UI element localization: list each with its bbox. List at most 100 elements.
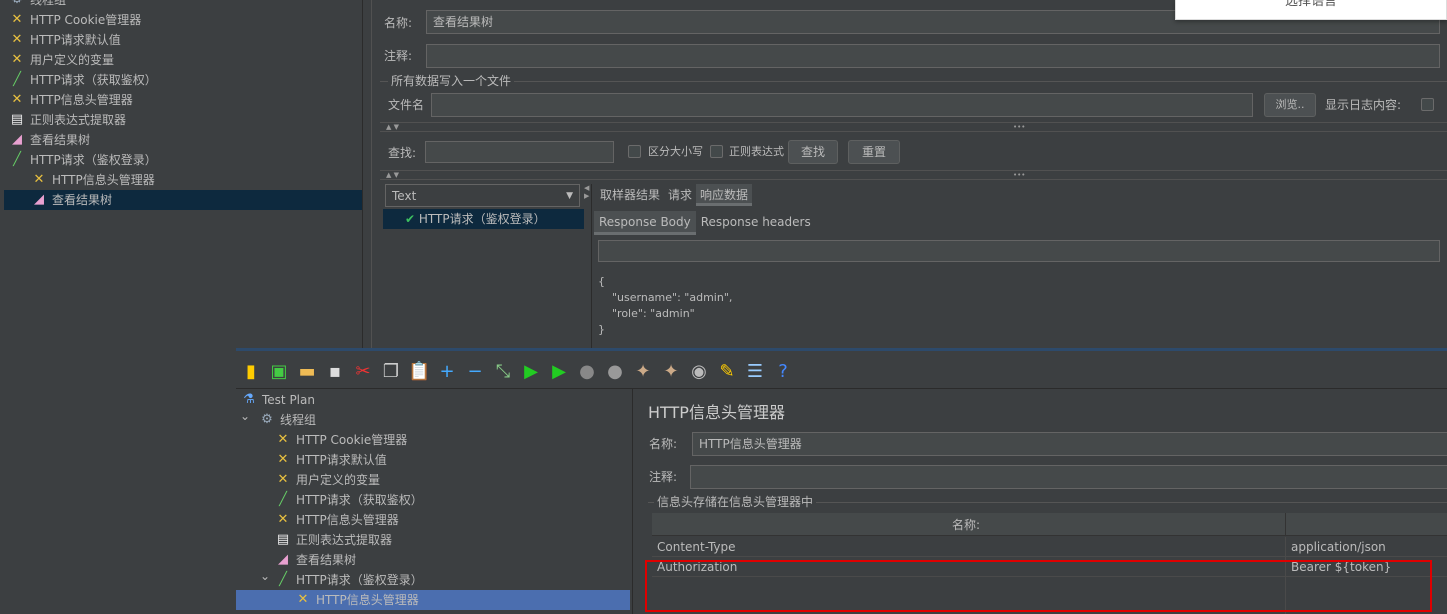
- split-bar-2[interactable]: ▲ ▼ •••: [380, 170, 1447, 180]
- tree-item-label: HTTP请求（鉴权登录）: [30, 153, 157, 167]
- name-input[interactable]: HTTP信息头管理器: [692, 432, 1447, 456]
- tree-item[interactable]: ✕ HTTP信息头管理器: [4, 90, 362, 110]
- case-checkbox[interactable]: [628, 145, 641, 158]
- tree-item[interactable]: ✕ HTTP信息头管理器: [236, 590, 630, 610]
- reset-button[interactable]: 重置: [848, 140, 900, 164]
- extractor-icon: ▤: [276, 532, 290, 547]
- tree-item[interactable]: ⚙ 线程组: [4, 0, 362, 10]
- chart-icon: ◢: [278, 552, 288, 567]
- tree-item-label: 查看结果树: [52, 193, 113, 207]
- help-icon[interactable]: ?: [772, 361, 794, 382]
- table-row[interactable]: Content-Type application/json: [652, 537, 1447, 557]
- name-label: 名称:: [384, 16, 413, 30]
- regex-label: 正则表达式: [729, 145, 784, 158]
- comment-input[interactable]: [426, 44, 1440, 68]
- tree-item[interactable]: ✕ 用户定义的变量: [236, 470, 630, 490]
- wrench-icon: ✕: [277, 452, 289, 467]
- wrench-icon: ✕: [297, 592, 309, 607]
- language-popup[interactable]: 选择语言: [1175, 0, 1447, 20]
- tree-item[interactable]: ✕ HTTP请求默认值: [4, 30, 362, 50]
- toggle-icon[interactable]: ⤡: [492, 361, 514, 382]
- pipette-icon: ╱: [279, 572, 287, 587]
- tab-0[interactable]: 取样器结果: [596, 184, 664, 206]
- find-input[interactable]: [425, 141, 614, 163]
- tree-item[interactable]: ✕ HTTP信息头管理器: [236, 510, 630, 530]
- back-tree-panel: ⚙ 线程组 ✕ HTTP Cookie管理器 ✕ HTTP请求默认值 ✕ 用户定义的变量 ╱ HT…: [4, 0, 362, 350]
- tree-item[interactable]: ╱ HTTP请求（获取鉴权）: [236, 490, 630, 510]
- tree-item-label: HTTP信息头管理器: [30, 93, 133, 107]
- search-icon[interactable]: ◉: [688, 361, 710, 382]
- paste-icon[interactable]: 📋: [408, 361, 430, 382]
- front-divider[interactable]: [632, 389, 638, 614]
- chart-icon: ◢: [34, 192, 44, 207]
- start-no-pause-icon[interactable]: ▶: [548, 361, 570, 382]
- save-icon[interactable]: ▪: [324, 361, 346, 382]
- tree-item[interactable]: ◢ 查看结果树: [4, 190, 362, 210]
- file-label: 文件名: [388, 98, 425, 112]
- panel-splitter[interactable]: ◀ ▶: [584, 184, 592, 350]
- find-button[interactable]: 查找: [788, 140, 838, 164]
- header-value[interactable]: application/json: [1291, 537, 1386, 557]
- clear-all-icon[interactable]: ✦: [660, 361, 682, 382]
- remove-icon[interactable]: −: [464, 361, 486, 382]
- shutdown-icon[interactable]: ●: [604, 361, 626, 382]
- file-input[interactable]: [431, 93, 1253, 117]
- group-line: [380, 81, 1447, 82]
- subtab-0[interactable]: Response Body: [594, 211, 696, 235]
- tree-item[interactable]: ▤ 正则表达式提取器: [236, 530, 630, 550]
- chevron-down-icon[interactable]: ⌄: [240, 406, 250, 426]
- add-icon[interactable]: +: [436, 361, 458, 382]
- tree-item[interactable]: ⚗ Test Plan: [236, 390, 630, 410]
- renderer-select[interactable]: Text ▼: [385, 184, 580, 207]
- templates-icon[interactable]: ▣: [268, 361, 290, 382]
- chevron-down-icon[interactable]: ⌄: [260, 566, 270, 586]
- table-header: 名称:: [652, 513, 1447, 536]
- wrench-icon: ✕: [277, 512, 289, 527]
- tree-item[interactable]: ◢ 查看结果树: [4, 130, 362, 150]
- success-shield-icon: ✔: [405, 212, 416, 226]
- cut-icon[interactable]: ✂: [352, 361, 374, 382]
- header-name[interactable]: Content-Type: [657, 537, 736, 557]
- wrench-icon: ✕: [33, 172, 45, 187]
- show-log-checkbox[interactable]: [1421, 98, 1434, 111]
- tree-item[interactable]: ▤ 正则表达式提取器: [4, 110, 362, 130]
- tree-item[interactable]: ✕ HTTP信息头管理器: [4, 170, 362, 190]
- gear-icon: ⚙: [261, 412, 273, 427]
- tree-item-label: Test Plan: [262, 393, 315, 407]
- front-tree-panel: ⚗ Test Plan ⌄ ⚙ 线程组 ✕ HTTP Cookie管理器 ✕ HTTP请求默认值…: [236, 389, 630, 614]
- front-window: ▮ ▣ ▬ ▪ ✂ ❐ 📋 + − ⤡ ▶ ▶ ● ● ✦ ✦ ◉ ✎ ☰? ⚗ Test Plan ⌄ ⚙ 线程组 ✕ HTT…: [236, 348, 1447, 614]
- tree-item-label: HTTP Cookie管理器: [296, 433, 408, 447]
- comment-input[interactable]: [690, 465, 1447, 489]
- new-icon[interactable]: ▮: [240, 361, 262, 382]
- tree-item[interactable]: ✕ 用户定义的变量: [4, 50, 362, 70]
- regex-checkbox[interactable]: [710, 145, 723, 158]
- tree-item-label: 用户定义的变量: [30, 53, 115, 67]
- tree-item[interactable]: ✕ HTTP Cookie管理器: [236, 430, 630, 450]
- split-bar[interactable]: ▲ ▼ •••: [380, 122, 1447, 132]
- tree-item[interactable]: ⌄ ╱ HTTP请求（鉴权登录）: [236, 569, 630, 590]
- tab-2[interactable]: 响应数据: [696, 184, 753, 206]
- result-item[interactable]: ✔ HTTP请求（鉴权登录）: [383, 209, 584, 229]
- subtab-1[interactable]: Response headers: [696, 211, 816, 235]
- function-helper-icon[interactable]: ☰: [744, 361, 766, 382]
- tree-item[interactable]: ✕ HTTP请求默认值: [236, 450, 630, 470]
- browse-button[interactable]: 浏览..: [1264, 93, 1316, 117]
- tree-item[interactable]: ⌄ ⚙ 线程组: [236, 409, 630, 430]
- stop-icon[interactable]: ●: [576, 361, 598, 382]
- pipette-icon: ╱: [13, 72, 21, 87]
- response-search-input[interactable]: [598, 240, 1440, 262]
- clear-icon[interactable]: ✦: [632, 361, 654, 382]
- comment-label: 注释:: [384, 49, 413, 63]
- tree-item[interactable]: ✕ HTTP Cookie管理器: [4, 10, 362, 30]
- tab-1[interactable]: 请求: [664, 184, 696, 206]
- back-divider[interactable]: [362, 0, 372, 350]
- tree-item-label: HTTP Cookie管理器: [30, 13, 142, 27]
- tree-item[interactable]: ╱ HTTP请求（获取鉴权）: [4, 70, 362, 90]
- tree-item[interactable]: ╱ HTTP请求（鉴权登录）: [4, 150, 362, 170]
- tree-item-label: 线程组: [30, 0, 67, 7]
- start-icon[interactable]: ▶: [520, 361, 542, 382]
- copy-icon[interactable]: ❐: [380, 361, 402, 382]
- tree-item[interactable]: ◢ 查看结果树: [236, 550, 630, 570]
- open-icon[interactable]: ▬: [296, 361, 318, 382]
- reset-search-icon[interactable]: ✎: [716, 361, 738, 382]
